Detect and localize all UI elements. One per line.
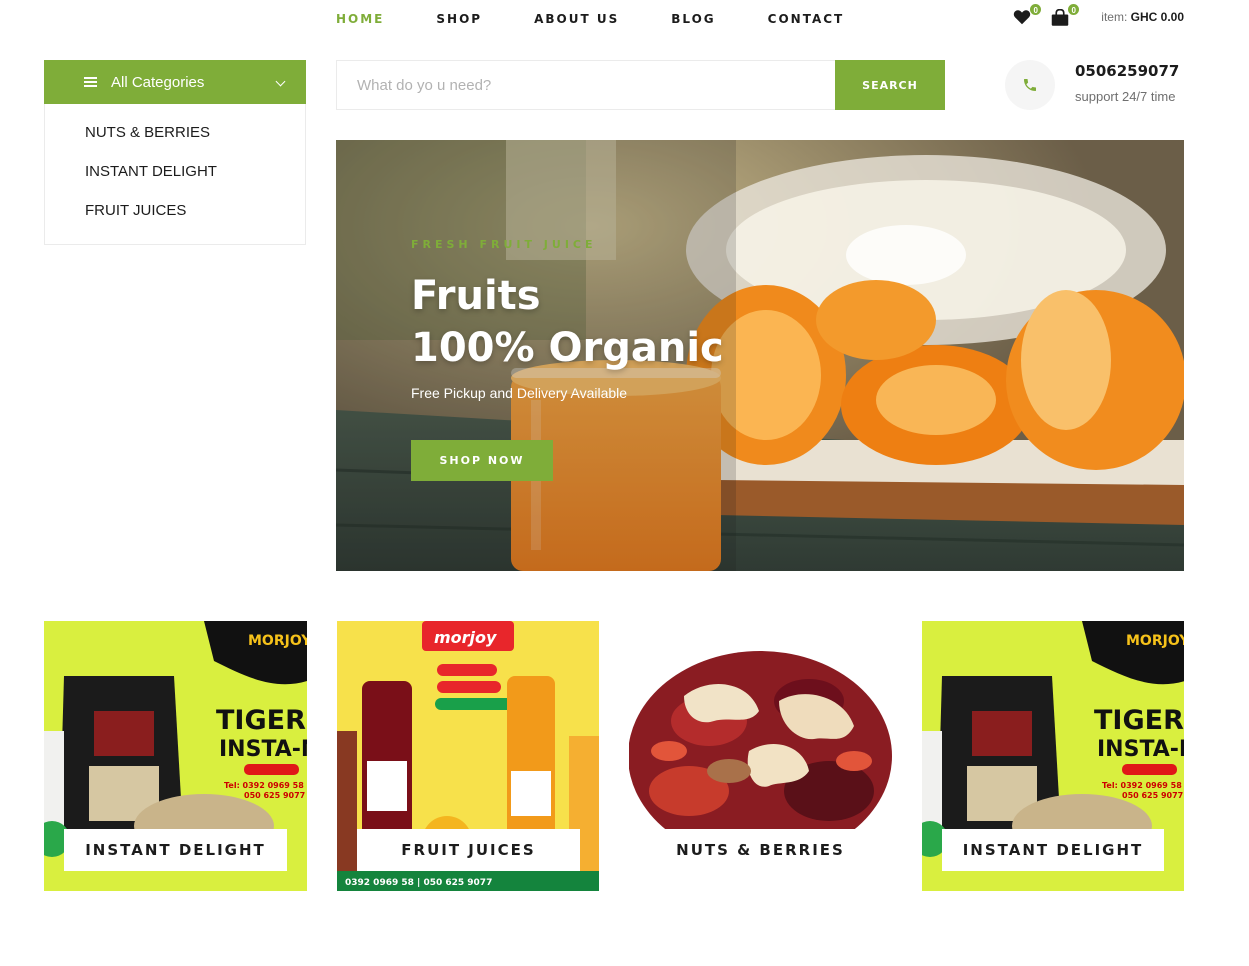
phone-icon [1024,79,1036,91]
support-hours: support 24/7 time [1075,89,1176,104]
menu-bars-icon [84,77,97,87]
nav-shop-link[interactable]: SHOP [436,12,482,26]
card1-product: TIGERNU [216,705,307,736]
category-card-instant-delight-2[interactable]: MORJOY TIGERNU INSTA-MI Tel: 0392 0969 5… [922,621,1184,891]
phone-icon-circle [1005,60,1055,110]
hero-banner: FRESH FRUIT JUICE Fruits 100% Organic Fr… [336,140,1184,571]
card1-tel2: 050 625 9077 [244,791,305,800]
card4-product: TIGERNU [1094,705,1184,736]
hero-subtitle: Free Pickup and Delivery Available [411,385,628,401]
category-item-nuts-berries[interactable]: NUTS & BERRIES [45,124,305,163]
shop-now-button[interactable]: SHOP NOW [411,440,553,481]
card4-tel: Tel: 0392 0969 58 [1102,781,1182,790]
card-label: INSTANT DELIGHT [64,829,287,871]
cart-total-value: GHC 0.00 [1130,10,1184,24]
card-label: NUTS & BERRIES [649,829,872,871]
search-input[interactable] [336,60,835,110]
card1-brand: MORJOY [248,633,307,649]
wishlist-count-badge: 0 [1029,3,1043,16]
all-categories-toggle[interactable]: All Categories [44,60,306,104]
card2-footer: 0392 0969 58 | 050 625 9077 [345,878,492,888]
hero-title-line1: Fruits [411,273,541,319]
nav-about-link[interactable]: ABOUT US [534,12,619,26]
all-categories-label: All Categories [111,73,205,91]
card2-brand: morjoy [434,628,497,647]
category-item-instant-delight[interactable]: INSTANT DELIGHT [45,163,305,202]
card-label: FRUIT JUICES [357,829,580,871]
category-card-instant-delight[interactable]: MORJOY TIGERNU INSTA-MI Tel: 0392 0969 5… [44,621,307,891]
hero-title-line2: 100% Organic [411,325,724,371]
phone-number: 0506259077 [1075,62,1180,80]
nav-home-link[interactable]: HOME [336,12,384,26]
card4-product2: INSTA-MI [1097,737,1184,762]
chevron-down-icon [275,76,286,87]
search-form: SEARCH [336,60,945,110]
category-card-nuts-berries[interactable]: NUTS & BERRIES [629,621,892,891]
cart-label: item: [1101,10,1128,24]
cart-button[interactable]: 0 [1051,3,1081,28]
card-label: INSTANT DELIGHT [942,829,1164,871]
nav-blog-link[interactable]: BLOG [671,12,715,26]
wishlist-button[interactable]: 0 [1013,3,1043,28]
card4-brand: MORJOY [1126,633,1184,649]
main-nav: HOME SHOP ABOUT US BLOG CONTACT [336,12,896,26]
card1-product2: INSTA-MI [219,737,307,762]
search-button[interactable]: SEARCH [835,60,945,110]
contact-phone-block: 0506259077 support 24/7 time [1005,60,1179,110]
hero-title: Fruits 100% Organic [411,270,724,374]
category-card-fruit-juices[interactable]: morjoy 0392 0969 58 | 050 625 9077 FRUIT… [337,621,600,891]
card4-tel2: 050 625 9077 [1122,791,1183,800]
category-list: NUTS & BERRIES INSTANT DELIGHT FRUIT JUI… [44,104,306,245]
card1-tel: Tel: 0392 0969 58 [224,781,304,790]
header-cart-area: 0 0 item: GHC 0.00 [1013,3,1184,28]
category-item-fruit-juices[interactable]: FRUIT JUICES [45,202,305,241]
nav-contact-link[interactable]: CONTACT [768,12,845,26]
cart-total: item: GHC 0.00 [1101,10,1184,24]
hero-tagline: FRESH FRUIT JUICE [411,238,597,251]
cart-count-badge: 0 [1067,3,1081,16]
